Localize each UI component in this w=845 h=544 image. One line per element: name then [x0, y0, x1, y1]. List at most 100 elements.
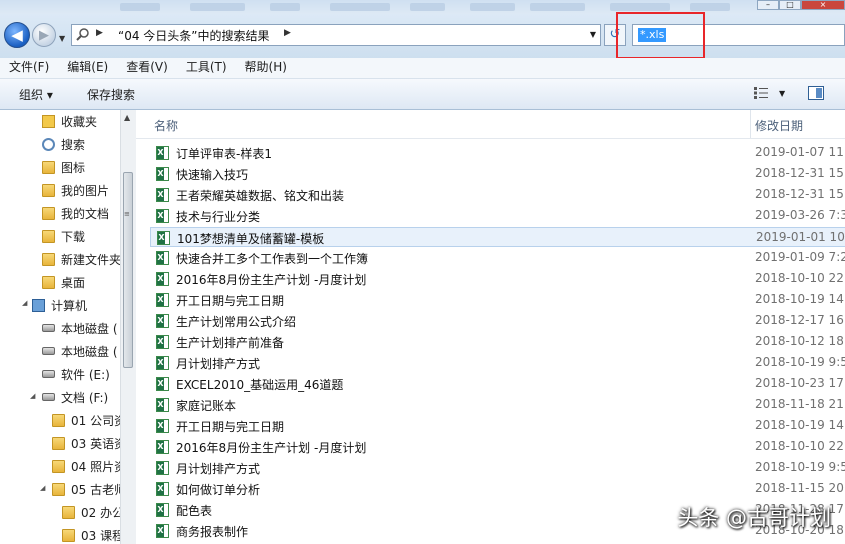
excel-file-icon — [156, 503, 169, 517]
excel-file-icon — [156, 335, 169, 349]
file-modified-date: 2018-10-10 22:2 — [755, 439, 845, 453]
nav-item[interactable]: 软件 (E:) — [42, 363, 110, 385]
back-button[interactable]: ◀ — [4, 22, 30, 48]
address-bar[interactable]: ▶ “04 今日头条”中的搜索结果 ▶ ▼ — [71, 24, 601, 46]
expand-arrow-icon[interactable]: ◢ — [40, 484, 45, 492]
navigation-pane: 收藏夹 搜索 图标 我的图片 我的文档 下载 新建文件夹 桌面 计算机 本地磁盘 (本地磁盘 (软… — [0, 110, 120, 544]
nav-item[interactable]: 05 古老师 — [52, 478, 120, 500]
file-row[interactable]: 快速合并工多个工作表到一个工作簿 2019-01-09 7:22 — [150, 248, 845, 268]
file-modified-date: 2018-11-15 20:3 — [755, 481, 845, 495]
nav-item[interactable]: 本地磁盘 ( — [42, 340, 118, 362]
file-name: 快速合并工多个工作表到一个工作簿 — [176, 252, 369, 266]
excel-file-icon — [156, 398, 169, 412]
menu-tools[interactable]: 工具(T) — [177, 58, 236, 78]
menu-file[interactable]: 文件(F) — [0, 58, 58, 78]
nav-scrollbar[interactable]: ▲ ≡ — [120, 110, 136, 544]
file-name: 订单评审表-样表1 — [176, 147, 272, 161]
forward-button[interactable]: ▶ — [32, 23, 56, 47]
file-row[interactable]: 2016年8月份主生产计划 -月度计划 2018-10-10 22:2 — [150, 269, 845, 289]
recent-pages-dropdown[interactable]: ▼ — [59, 34, 65, 43]
nav-item[interactable]: 04 照片资 — [52, 455, 120, 477]
file-modified-date: 2018-10-12 18:0 — [755, 334, 845, 348]
file-name: 生产计划常用公式介绍 — [176, 315, 297, 329]
maximize-button[interactable]: □ — [779, 0, 801, 10]
folder-icon — [42, 275, 55, 289]
expand-arrow-icon[interactable]: ◢ — [22, 299, 27, 307]
nav-item-label: 图标 — [61, 160, 86, 175]
file-row[interactable]: 开工日期与完工日期 2018-10-19 14:1 — [150, 290, 845, 310]
folder-icon — [42, 206, 55, 220]
column-name-header[interactable]: 名称 — [154, 117, 178, 134]
file-row[interactable]: 开工日期与完工日期 2018-10-19 14:1 — [150, 416, 845, 436]
file-name: 生产计划排产前准备 — [176, 336, 285, 350]
file-row[interactable]: EXCEL2010_基础运用_46道题 2018-10-23 17:2 — [150, 374, 845, 394]
excel-file-icon — [156, 188, 169, 202]
file-modified-date: 2018-10-23 17:2 — [755, 376, 845, 390]
file-name: 如何做订单分析 — [176, 483, 261, 497]
folder-icon — [42, 183, 55, 197]
menu-help[interactable]: 帮助(H) — [236, 58, 296, 78]
nav-item[interactable]: 02 办公 — [62, 501, 120, 523]
scroll-thumb[interactable] — [123, 172, 133, 368]
file-row[interactable]: 生产计划排产前准备 2018-10-12 18:0 — [150, 332, 845, 352]
file-name: 技术与行业分类 — [176, 210, 261, 224]
forward-arrow-icon: ▶ — [39, 27, 49, 43]
file-name: 配色表 — [176, 504, 213, 518]
file-name: 开工日期与完工日期 — [176, 294, 285, 308]
file-row[interactable]: 2016年8月份主生产计划 -月度计划 2018-10-10 22:2 — [150, 437, 845, 457]
nav-item[interactable]: 桌面 — [42, 271, 85, 293]
breadcrumb-separator-icon[interactable]: ▶ — [96, 28, 103, 38]
nav-item[interactable]: 新建文件夹 — [42, 248, 120, 270]
nav-item-label: 新建文件夹 — [61, 252, 120, 267]
nav-item[interactable]: 图标 — [42, 156, 85, 178]
organize-button[interactable]: 组织 ▾ — [19, 86, 53, 103]
file-row[interactable]: 生产计划常用公式介绍 2018-12-17 16:4 — [150, 311, 845, 331]
scroll-up-icon[interactable]: ▲ — [124, 113, 130, 122]
nav-item[interactable]: 01 公司资 — [52, 409, 120, 431]
breadcrumb-search-results[interactable]: “04 今日头条”中的搜索结果 — [118, 27, 270, 44]
nav-item[interactable]: 搜索 — [42, 133, 85, 155]
file-row[interactable]: 家庭记账本 2018-11-18 21:0 — [150, 395, 845, 415]
nav-item-label: 03 课程 — [81, 528, 120, 543]
nav-item[interactable]: 我的图片 — [42, 179, 109, 201]
nav-item-label: 05 古老师 — [71, 482, 120, 497]
nav-item[interactable]: 03 课程 — [62, 524, 120, 544]
file-row[interactable]: 101梦想清单及储蓄罐-模板 2019-01-01 10:2 — [150, 227, 845, 247]
file-row[interactable]: 王者荣耀英雄数据、铭文和出装 2018-12-31 15:2 — [150, 185, 845, 205]
column-divider[interactable] — [750, 110, 751, 138]
nav-item-label: 01 公司资 — [71, 413, 120, 428]
column-date-header[interactable]: 修改日期 — [755, 117, 803, 134]
file-row[interactable]: 快速输入技巧 2018-12-31 15:0 — [150, 164, 845, 184]
file-row[interactable]: 月计划排产方式 2018-10-19 9:51 — [150, 458, 845, 478]
file-row[interactable]: 订单评审表-样表1 2019-01-07 11:3 — [150, 143, 845, 163]
file-modified-date: 2019-01-09 7:22 — [755, 250, 845, 264]
nav-item[interactable]: 计算机 — [32, 294, 87, 316]
close-button[interactable]: × — [801, 0, 845, 10]
expand-arrow-icon[interactable]: ◢ — [30, 392, 35, 400]
minimize-button[interactable]: – — [757, 0, 779, 10]
menu-edit[interactable]: 编辑(E) — [58, 58, 117, 78]
nav-item[interactable]: 文档 (F:) — [42, 386, 108, 408]
navigation-bar: ◀ ▶ ▼ ▶ “04 今日头条”中的搜索结果 ▶ ▼ ↺ *.xls — [0, 14, 845, 59]
file-row[interactable]: 月计划排产方式 2018-10-19 9:51 — [150, 353, 845, 373]
nav-item[interactable]: 03 英语资 — [52, 432, 120, 454]
nav-item[interactable]: 下载 — [42, 225, 85, 247]
taskbar-strip — [0, 0, 845, 14]
save-search-button[interactable]: 保存搜索 — [87, 86, 135, 103]
menu-view[interactable]: 查看(V) — [117, 58, 177, 78]
view-options-icon[interactable] — [754, 87, 768, 99]
nav-item-label: 04 照片资 — [71, 459, 120, 474]
nav-item[interactable]: 本地磁盘 ( — [42, 317, 118, 339]
preview-pane-icon[interactable] — [808, 86, 824, 100]
address-dropdown-icon[interactable]: ▼ — [590, 30, 596, 39]
view-dropdown-icon[interactable]: ▼ — [779, 89, 785, 98]
nav-item[interactable]: 我的文档 — [42, 202, 109, 224]
breadcrumb-separator-icon[interactable]: ▶ — [284, 28, 291, 38]
nav-item-label: 文档 (F:) — [61, 390, 109, 405]
nav-item-label: 本地磁盘 ( — [61, 321, 118, 336]
search-icon — [42, 137, 55, 151]
file-row[interactable]: 技术与行业分类 2019-03-26 7:39 — [150, 206, 845, 226]
command-bar: 组织 ▾ 保存搜索 ▼ — [0, 79, 845, 110]
nav-item[interactable]: 收藏夹 — [42, 110, 97, 132]
file-row[interactable]: 如何做订单分析 2018-11-15 20:3 — [150, 479, 845, 499]
